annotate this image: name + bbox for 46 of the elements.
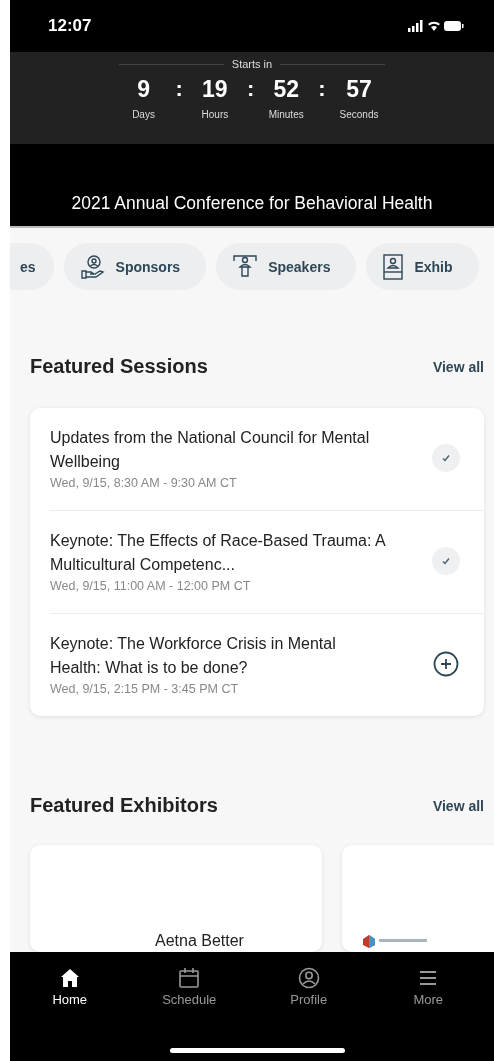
countdown-unit: Seconds [339, 109, 379, 120]
countdown-unit: Hours [201, 109, 229, 120]
add-button[interactable] [432, 650, 460, 678]
session-title[interactable]: Updates from the National Council for Mental Wellbeing [50, 426, 390, 474]
section-title: Featured Sessions [30, 355, 208, 378]
time-separator: : [175, 76, 183, 102]
event-title: 2021 Annual Conference for Behavioral Health [71, 193, 433, 214]
countdown-value: 57 [346, 76, 372, 103]
shortcut-chip[interactable]: Exhib [366, 243, 479, 290]
view-all-link[interactable]: View all [432, 797, 484, 814]
time-separator: : [246, 76, 255, 102]
added-check-button[interactable] [432, 547, 460, 575]
countdown-value: 19 [202, 76, 228, 103]
tab-bar-item[interactable]: Home [34, 966, 105, 1008]
countdown-unit: Days [132, 109, 155, 120]
calendar-icon [178, 967, 201, 989]
profile-icon [297, 967, 320, 989]
session-title[interactable]: Keynote: The Effects of Race-Based Trauma: A Multicultural Competenc... [50, 529, 390, 577]
hand-person-icon [79, 253, 106, 280]
countdown-label: Starts in [231, 58, 273, 70]
check-icon [440, 452, 452, 464]
countdown-value: 52 [273, 76, 299, 103]
tab-bar-item[interactable]: Schedule [154, 966, 225, 1008]
session-time: Wed, 9/15, 8:30 AM - 9:30 AM CT [50, 476, 238, 490]
plus-icon [433, 651, 459, 677]
tab-bar-item[interactable]: More [393, 966, 464, 1008]
countdown-unit: Minutes [268, 109, 304, 120]
shortcut-chip[interactable]: es [10, 243, 54, 290]
status-icons [408, 19, 464, 33]
session-title[interactable]: Keynote: The Workforce Crisis in Mental Health: What is to be done? [50, 632, 390, 680]
tab-bar-item[interactable]: Profile [273, 966, 344, 1008]
session-time: Wed, 9/15, 11:00 AM - 12:00 PM CT [50, 579, 252, 593]
podium-person-icon [232, 253, 259, 280]
shortcut-chip[interactable]: Speakers [216, 243, 357, 290]
exhibitor-card[interactable]: Aetna Better [30, 845, 322, 952]
shortcut-chip[interactable]: Sponsors [63, 243, 207, 290]
exhibitor-name: Aetna Better [155, 932, 244, 950]
section-title: Featured Exhibitors [30, 794, 218, 817]
session-time: Wed, 9/15, 2:15 PM - 3:45 PM CT [50, 682, 240, 696]
check-icon [440, 555, 452, 567]
countdown-value: 9 [137, 76, 150, 103]
view-all-link[interactable]: View all [432, 358, 484, 375]
status-time: 12:07 [48, 16, 92, 36]
added-check-button[interactable] [432, 444, 460, 472]
time-separator: : [318, 76, 326, 102]
booth-person-icon [382, 253, 405, 280]
